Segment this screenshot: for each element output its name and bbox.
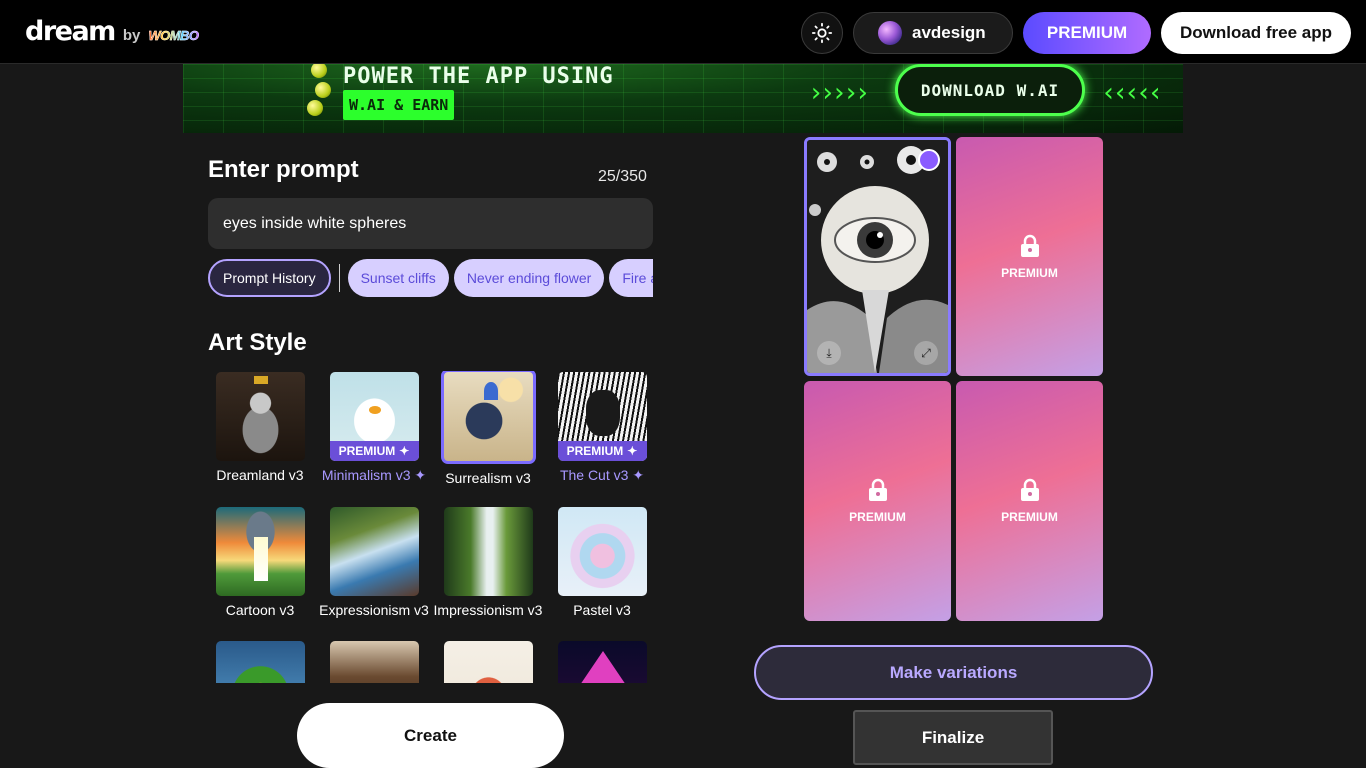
selected-indicator[interactable] [918, 149, 940, 171]
lock-icon [1020, 234, 1039, 257]
lock-icon [1020, 478, 1039, 501]
generated-eye-image [807, 140, 948, 373]
style-name: Minimalism v3 ✦ [321, 467, 427, 483]
prompt-history-button[interactable]: Prompt History [208, 259, 331, 297]
theme-toggle-button[interactable] [801, 12, 843, 54]
banner-headline: POWER THE APP USING [343, 64, 614, 89]
sparkle-icon: ✦ [627, 444, 638, 458]
wombo-logo: WOMBO [148, 28, 199, 43]
style-thumbnail [557, 507, 647, 596]
style-name: The Cut v3 ✦ [559, 467, 645, 483]
premium-button[interactable]: PREMIUM [1023, 12, 1151, 54]
style-thumbnail [329, 507, 419, 596]
style-thumbnail: PREMIUM ✦ [329, 372, 419, 461]
style-name: Cartoon v3 [225, 602, 295, 618]
user-profile-button[interactable]: avdesign [853, 12, 1013, 54]
premium-badge: PREMIUM ✦ [329, 441, 419, 461]
logo-by: by [122, 27, 141, 44]
suggestion-chip[interactable]: Never ending flower [453, 259, 605, 297]
style-thumbnail [215, 507, 305, 596]
prompt-suggestions: Prompt History Sunset cliffs Never endin… [208, 259, 653, 297]
locked-premium-card[interactable]: PREMIUM [956, 381, 1103, 621]
download-icon[interactable]: ⤓ [817, 341, 841, 365]
style-cartoon[interactable]: Cartoon v3 [208, 507, 317, 618]
style-burst[interactable] [431, 641, 545, 683]
download-app-button[interactable]: Download free app [1161, 12, 1351, 54]
lock-icon [868, 478, 887, 501]
style-name: Dreamland v3 [216, 467, 304, 483]
character-counter: 25/350 [598, 168, 647, 185]
banner-tag: W.AI & EARN [343, 90, 455, 120]
premium-label: PREMIUM [849, 510, 906, 524]
dream-logo[interactable]: dream by WOMBO [25, 16, 199, 47]
style-thumbnail [443, 507, 533, 596]
avatar [878, 21, 902, 45]
art-style-grid: Dreamland v3 PREMIUM ✦ Minimalism v3 ✦ Su… [208, 371, 654, 683]
top-navbar: dream by WOMBO avdesign PREMIUM Download… [0, 0, 1366, 64]
style-thumbnail [215, 372, 305, 461]
style-name: Pastel v3 [573, 602, 631, 618]
style-neon[interactable] [545, 641, 654, 683]
promo-banner[interactable]: POWER THE APP USING W.AI & EARN ››››› DO… [183, 64, 1183, 133]
style-thumbnail [440, 371, 536, 464]
locked-premium-card[interactable]: PREMIUM [804, 381, 951, 621]
prompt-heading: Enter prompt [208, 156, 359, 183]
style-thumbnail [443, 641, 533, 683]
art-style-heading: Art Style [208, 329, 307, 356]
generated-image-card[interactable]: ⤓ ⤢ [804, 137, 951, 376]
premium-label: PREMIUM [1001, 265, 1058, 280]
style-name: Surrealism v3 [445, 470, 531, 486]
style-tropical[interactable] [208, 641, 317, 683]
make-variations-button[interactable]: Make variations [754, 645, 1153, 700]
coins-graphic [293, 64, 333, 133]
style-name: Impressionism v3 [433, 602, 543, 618]
premium-label: PREMIUM [1001, 510, 1058, 524]
finalize-button[interactable]: Finalize [853, 710, 1053, 765]
prompt-input[interactable] [208, 198, 653, 249]
username: avdesign [912, 23, 986, 42]
expand-icon[interactable]: ⤢ [914, 341, 938, 365]
sparkle-icon: ✦ [632, 467, 645, 483]
create-button[interactable]: Create [297, 703, 564, 768]
style-thumbnail [329, 641, 419, 683]
style-photo[interactable] [317, 641, 431, 683]
arrows-left-icon: ‹‹‹‹‹ [1101, 78, 1163, 108]
style-dreamland[interactable]: Dreamland v3 [208, 372, 317, 483]
sparkle-icon: ✦ [399, 444, 410, 458]
style-minimalism[interactable]: PREMIUM ✦ Minimalism v3 ✦ [317, 372, 431, 484]
style-thumbnail [215, 641, 305, 683]
chip-divider [338, 264, 340, 292]
suggestion-chip[interactable]: Fire and w [609, 259, 653, 297]
style-expressionism[interactable]: Expressionism v3 [317, 507, 431, 618]
style-thumbnail: PREMIUM ✦ [557, 372, 647, 461]
style-impressionism[interactable]: Impressionism v3 [431, 507, 545, 618]
style-name: Expressionism v3 [319, 602, 429, 618]
style-pastel[interactable]: Pastel v3 [545, 507, 654, 618]
arrows-right-icon: ››››› [808, 78, 870, 108]
sparkle-icon: ✦ [414, 467, 427, 483]
sun-icon [811, 22, 833, 44]
locked-premium-card[interactable]: PREMIUM [956, 137, 1103, 376]
premium-badge: PREMIUM ✦ [557, 441, 647, 461]
banner-download-button[interactable]: DOWNLOAD W.AI [895, 64, 1085, 116]
style-thumbnail [557, 641, 647, 683]
style-surrealism[interactable]: Surrealism v3 [431, 371, 545, 486]
style-the-cut[interactable]: PREMIUM ✦ The Cut v3 ✦ [545, 372, 654, 484]
suggestion-chip[interactable]: Sunset cliffs [347, 259, 449, 297]
logo-word: dream [25, 16, 116, 47]
